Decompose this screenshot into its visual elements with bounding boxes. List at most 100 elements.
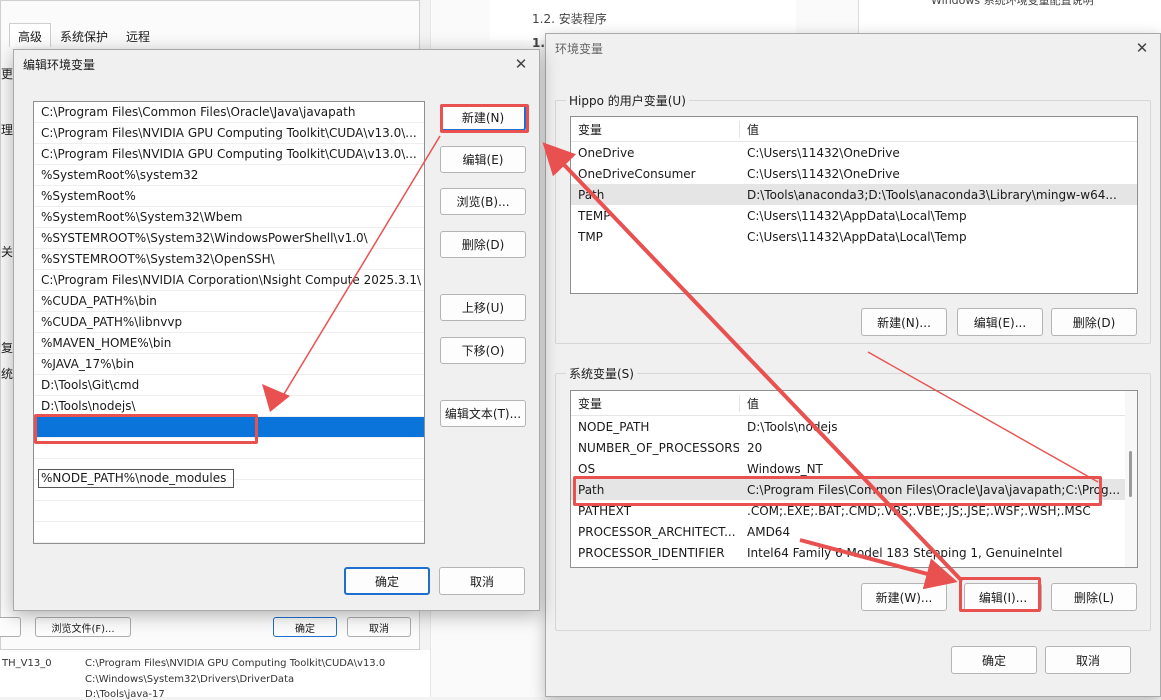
var-name: Path xyxy=(578,482,605,497)
edit-cancel-button[interactable]: 取消 xyxy=(439,567,525,595)
var-value: C:\Program Files\Common Files\Oracle\Jav… xyxy=(747,482,1121,497)
var-value: AMD64 xyxy=(747,524,791,539)
vertical-scrollbar[interactable] xyxy=(1125,391,1137,567)
system-edit-button[interactable]: 编辑(I)... xyxy=(964,583,1042,611)
system-properties-tabs: 高级 系统保护 远程 xyxy=(9,23,159,47)
list-item-empty xyxy=(34,438,424,459)
table-row[interactable]: OneDrive C:\Users\11432\OneDrive xyxy=(571,142,1137,163)
var-value: Windows_NT xyxy=(747,461,823,476)
move-down-button[interactable]: 下移(O) xyxy=(440,337,526,364)
browse-button[interactable]: 浏览(B)... xyxy=(440,188,526,215)
env-ok-button[interactable]: 确定 xyxy=(951,646,1037,674)
list-item[interactable]: %JAVA_17%\bin xyxy=(34,354,424,375)
background-cancel-button[interactable]: 取消 xyxy=(347,617,411,637)
doc-heading: 1.2. 安装程序 xyxy=(532,12,607,26)
edit-dialog-title: 编辑环境变量 xyxy=(23,57,96,72)
var-value: C:\Users\11432\OneDrive xyxy=(747,166,900,181)
list-item[interactable]: C:\Program Files\NVIDIA GPU Computing To… xyxy=(34,144,424,165)
var-name: OneDriveConsumer xyxy=(578,166,696,181)
column-header-value[interactable]: 值 xyxy=(739,394,1137,412)
table-row[interactable]: NUMBER_OF_PROCESSORS 20 xyxy=(571,437,1137,458)
env-cancel-button[interactable]: 取消 xyxy=(1045,646,1131,674)
var-value: C:\Users\11432\AppData\Local\Temp xyxy=(747,208,967,223)
close-icon[interactable]: ✕ xyxy=(513,56,529,72)
var-name: NUMBER_OF_PROCESSORS xyxy=(578,440,739,455)
list-item[interactable]: %SYSTEMROOT%\System32\WindowsPowerShell\… xyxy=(34,228,424,249)
table-row[interactable]: PATHEXT .COM;.EXE;.BAT;.CMD;.VBS;.VBE;.J… xyxy=(571,500,1137,521)
var-value: Intel64 Family 6 Model 183 Stepping 1, G… xyxy=(747,545,1063,560)
column-header-name[interactable]: 变量 xyxy=(571,121,739,138)
var-value: C:\Users\11432\OneDrive xyxy=(747,145,900,160)
move-up-button[interactable]: 上移(U) xyxy=(440,294,526,321)
background-variable-list: TH_V13_0 C:\Program Files\NVIDIA GPU Com… xyxy=(0,650,430,700)
table-row[interactable]: TMP C:\Users\11432\AppData\Local\Temp xyxy=(571,226,1137,247)
table-row[interactable]: OS Windows_NT xyxy=(571,458,1137,479)
list-item[interactable]: %SystemRoot%\System32\Wbem xyxy=(34,207,424,228)
var-name: Path xyxy=(578,187,605,202)
side-fragment: 复 xyxy=(1,341,14,355)
var-name: PROCESSOR_IDENTIFIER xyxy=(578,545,725,560)
list-item-editing[interactable] xyxy=(34,417,424,438)
table-row[interactable]: PROCESSOR_ARCHITECT... AMD64 xyxy=(571,521,1137,542)
column-header-name[interactable]: 变量 xyxy=(571,395,739,412)
background-ok-button[interactable]: 确定 xyxy=(273,617,337,637)
table-row[interactable]: Path C:\Program Files\Common Files\Oracl… xyxy=(571,479,1137,500)
list-item-empty xyxy=(34,501,424,522)
system-variables-list[interactable]: 变量 值 NODE_PATH D:\Tools\nodejs NUMBER_OF… xyxy=(570,390,1138,568)
table-row[interactable]: TEMP C:\Users\11432\AppData\Local\Temp xyxy=(571,205,1137,226)
user-variables-label: Hippo 的用户变量(U) xyxy=(566,92,689,109)
environment-variables-dialog: 环境变量 ✕ Hippo 的用户变量(U) 变量 值 OneDrive C:\U… xyxy=(545,33,1161,697)
new-path-button[interactable]: 新建(N) xyxy=(440,104,526,131)
scrollbar-thumb[interactable] xyxy=(1129,451,1132,497)
list-header: 变量 值 xyxy=(571,391,1137,416)
var-name: PATHEXT xyxy=(578,503,632,518)
tab-advanced[interactable]: 高级 xyxy=(9,23,52,47)
path-entry-input[interactable]: %NODE_PATH%\node_modules xyxy=(38,469,234,488)
list-item[interactable]: %SystemRoot% xyxy=(34,186,424,207)
var-name: NODE_PATH xyxy=(578,419,650,434)
side-fragment: 统 xyxy=(1,367,14,381)
edit-text-button[interactable]: 编辑文本(T)... xyxy=(440,400,526,427)
table-row[interactable]: PROCESSOR_IDENTIFIER Intel64 Family 6 Mo… xyxy=(571,542,1137,563)
close-icon[interactable]: ✕ xyxy=(1134,40,1150,56)
list-item[interactable]: C:\Program Files\Common Files\Oracle\Jav… xyxy=(34,102,424,123)
list-item[interactable]: %CUDA_PATH%\bin xyxy=(34,291,424,312)
list-item[interactable]: %SystemRoot%\system32 xyxy=(34,165,424,186)
table-row[interactable]: NODE_PATH D:\Tools\nodejs xyxy=(571,416,1137,437)
list-item[interactable]: D:\Tools\nodejs\ xyxy=(34,396,424,417)
edit-ok-button[interactable]: 确定 xyxy=(344,567,430,595)
user-delete-button[interactable]: 删除(D) xyxy=(1051,308,1137,336)
browse-files-button[interactable]: 浏览文件(F)... xyxy=(35,617,131,637)
column-header-value[interactable]: 值 xyxy=(739,120,1137,138)
var-name: TMP xyxy=(578,229,603,244)
system-delete-button[interactable]: 删除(L) xyxy=(1051,583,1137,611)
list-item[interactable]: %MAVEN_HOME%\bin xyxy=(34,333,424,354)
delete-path-button[interactable]: 删除(D) xyxy=(440,231,526,258)
var-name: PROCESSOR_ARCHITECT... xyxy=(578,524,736,539)
list-item[interactable]: C:\Program Files\NVIDIA GPU Computing To… xyxy=(34,123,424,144)
list-header: 变量 值 xyxy=(571,117,1137,142)
list-item[interactable]: %SYSTEMROOT%\System32\OpenSSH\ xyxy=(34,249,424,270)
list-item[interactable]: D:\Tools\Git\cmd xyxy=(34,375,424,396)
tab-system-protection[interactable]: 系统保护 xyxy=(51,23,117,47)
tab-remote[interactable]: 远程 xyxy=(117,23,159,47)
var-name: TEMP xyxy=(578,208,611,223)
user-variables-list[interactable]: 变量 值 OneDrive C:\Users\11432\OneDrive On… xyxy=(570,116,1138,294)
system-variables-label: 系统变量(S) xyxy=(566,365,637,382)
user-new-button[interactable]: 新建(N)... xyxy=(861,308,947,336)
edit-path-button[interactable]: 编辑(E) xyxy=(440,146,526,173)
system-new-button[interactable]: 新建(W)... xyxy=(861,583,947,611)
list-item[interactable]: %CUDA_PATH%\libnvvp xyxy=(34,312,424,333)
table-row[interactable]: Path D:\Tools\anaconda3;D:\Tools\anacond… xyxy=(571,184,1137,205)
background-button[interactable] xyxy=(0,617,21,637)
env-dialog-title: 环境变量 xyxy=(555,41,604,56)
var-name: OneDrive xyxy=(578,145,635,160)
table-row[interactable]: OneDriveConsumer C:\Users\11432\OneDrive xyxy=(571,163,1137,184)
edit-environment-variable-dialog: 编辑环境变量 ✕ C:\Program Files\Common Files\O… xyxy=(13,49,540,611)
user-edit-button[interactable]: 编辑(E)... xyxy=(957,308,1043,336)
doc-subheading: 1. xyxy=(532,36,545,50)
var-value: D:\Tools\anaconda3;D:\Tools\anaconda3\Li… xyxy=(747,187,1117,202)
var-value: 20 xyxy=(747,440,763,455)
right-pane-text: Windows 系统环境变量配置说明 xyxy=(931,0,1094,7)
list-item[interactable]: C:\Program Files\NVIDIA Corporation\Nsig… xyxy=(34,270,424,291)
